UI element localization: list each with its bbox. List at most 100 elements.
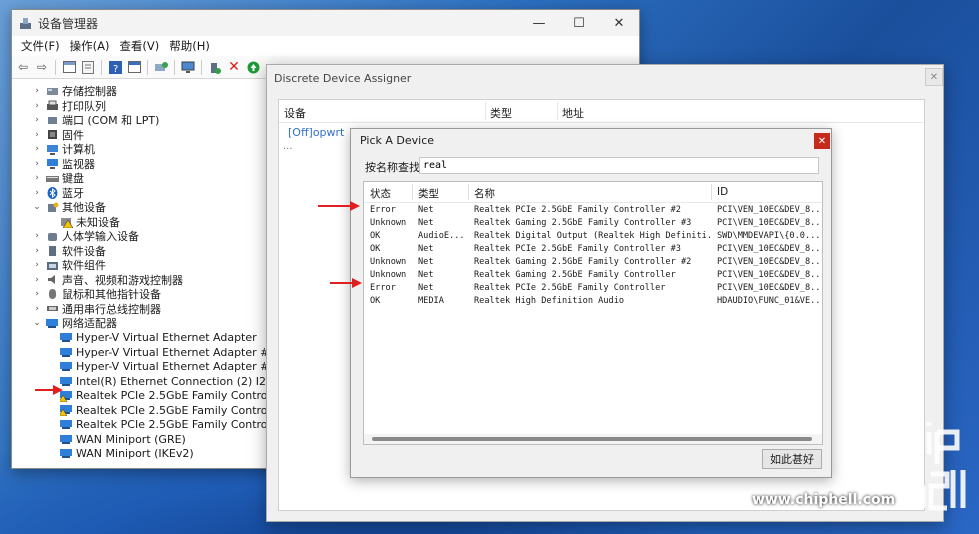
table-row[interactable]: Error Net Realtek PCIe 2.5GbE Family Contr…	[364, 204, 822, 217]
tree-item[interactable]: › 人体学输入设备	[32, 229, 139, 243]
tree-item[interactable]: Realtek PCIe 2.5GbE Family Controller #2	[56, 403, 270, 417]
tree-item[interactable]: Intel(R) Ethernet Connection (2) I219-LM	[56, 374, 270, 388]
chevron-right-icon[interactable]: ›	[32, 130, 42, 140]
table-row[interactable]: OK Net Realtek PCIe 2.5GbE Family Controll…	[364, 243, 822, 256]
expand-down-icon[interactable]: ⌄	[32, 202, 42, 212]
dda-close-button[interactable]: ✕	[925, 68, 943, 86]
table-row[interactable]: OK AudioE... Realtek Digital Output (Realt…	[364, 230, 822, 243]
search-input[interactable]	[419, 157, 819, 174]
device-tree: › 存储控制器 › 打印队列 › 端口 (COM 和 LPT) › 固件 › 计算机 › 监视器 › 键盘…	[12, 80, 270, 468]
tree-item[interactable]: › 软件组件	[32, 258, 106, 272]
port-icon	[45, 114, 59, 126]
ok-button[interactable]: 如此甚好	[762, 449, 822, 469]
cell-id: HDAUDIO\FUNC_01&VE...	[717, 296, 821, 306]
table-row[interactable]: Unknown Net Realtek Gaming 2.5GbE Family C…	[364, 269, 822, 282]
monitor-icon	[45, 158, 59, 170]
dda-col-device[interactable]: 设备	[284, 105, 306, 121]
update-driver-icon[interactable]	[207, 59, 223, 75]
tree-item[interactable]: WAN Miniport (IKEv2)	[56, 447, 194, 461]
chevron-right-icon[interactable]: ›	[32, 275, 42, 285]
device-manager-title: 设备管理器	[38, 16, 99, 31]
chevron-right-icon[interactable]: ›	[32, 86, 42, 96]
tree-item[interactable]: › 端口 (COM 和 LPT)	[32, 113, 159, 127]
tree-item[interactable]: Realtek PCIe 2.5GbE Family Controller #3	[56, 418, 270, 432]
col-name[interactable]: 名称	[474, 186, 495, 201]
table-row[interactable]: OK MEDIA Realtek High Definition Audio HDAU…	[364, 295, 822, 308]
tree-item[interactable]: Hyper-V Virtual Ethernet Adapter	[56, 331, 257, 345]
menu-file[interactable]: 文件(F)	[16, 38, 65, 54]
scrollbar-thumb[interactable]	[372, 437, 812, 441]
table-row[interactable]: Error Net Realtek PCIe 2.5GbE Family Contr…	[364, 282, 822, 295]
tree-item[interactable]: › 固件	[32, 128, 84, 142]
menu-action[interactable]: 操作(A)	[65, 38, 115, 54]
table-row[interactable]: Unknown Net Realtek Gaming 2.5GbE Family C…	[364, 256, 822, 269]
red-arrow-icon	[35, 385, 63, 395]
pick-dialog-title: Pick A Device	[360, 134, 435, 147]
uninstall-x-icon[interactable]: ✕	[226, 59, 242, 75]
chevron-right-icon[interactable]: ›	[32, 101, 42, 111]
tree-item[interactable]: › 通用串行总线控制器	[32, 302, 161, 316]
tree-item[interactable]: Realtek PCIe 2.5GbE Family Controller	[56, 389, 270, 403]
tree-item[interactable]: › 存储控制器	[32, 84, 117, 98]
col-id[interactable]: ID	[717, 186, 728, 198]
maximize-button[interactable]: ☐	[559, 10, 599, 36]
tree-item[interactable]: Hyper-V Virtual Ethernet Adapter #2	[56, 345, 270, 359]
table-row[interactable]: Unknown Net Realtek Gaming 2.5GbE Family C…	[364, 217, 822, 230]
chevron-right-icon[interactable]: ›	[32, 173, 42, 183]
back-arrow-icon[interactable]: ⇦	[15, 59, 31, 75]
tree-item[interactable]: › 监视器	[32, 157, 95, 171]
tree-item[interactable]: WAN Miniport (GRE)	[56, 432, 186, 446]
col-status[interactable]: 状态	[370, 186, 391, 201]
tree-item[interactable]: › 软件设备	[32, 244, 106, 258]
tree-item-label: WAN Miniport (GRE)	[76, 432, 186, 446]
chevron-right-icon[interactable]: ›	[32, 246, 42, 256]
enable-device-icon[interactable]	[245, 59, 261, 75]
chevron-right-icon[interactable]: ›	[32, 231, 42, 241]
mouse-icon	[45, 288, 59, 300]
tree-item[interactable]: › 键盘	[32, 171, 84, 185]
tree-item-label: Hyper-V Virtual Ethernet Adapter #2	[76, 345, 270, 359]
pick-close-button[interactable]: ✕	[814, 133, 830, 149]
chevron-right-icon[interactable]: ›	[32, 115, 42, 125]
help-icon[interactable]: ?	[107, 59, 123, 75]
show-hide-tree-icon[interactable]	[61, 59, 77, 75]
cell-type: Net	[418, 257, 434, 267]
chiphell-logo-icon	[878, 418, 966, 511]
forward-arrow-icon[interactable]: ⇨	[34, 59, 50, 75]
tree-item[interactable]: ⌄ 网络适配器	[32, 316, 117, 330]
tree-item[interactable]: 未知设备	[56, 215, 120, 229]
tree-item[interactable]: › 打印队列	[32, 99, 106, 113]
horizontal-scrollbar[interactable]	[364, 434, 822, 444]
tree-item[interactable]: › 蓝牙	[32, 186, 84, 200]
device-manager-titlebar: 设备管理器 — ☐ ✕	[12, 10, 639, 36]
tree-item[interactable]: ⌄ 其他设备	[32, 200, 106, 214]
properties-icon[interactable]	[80, 59, 96, 75]
cell-status: Unknown	[370, 218, 407, 228]
tree-item[interactable]: › 鼠标和其他指针设备	[32, 287, 161, 301]
dda-col-address[interactable]: 地址	[562, 105, 584, 121]
col-type[interactable]: 类型	[418, 186, 439, 201]
chevron-right-icon[interactable]: ›	[32, 304, 42, 314]
minimize-button[interactable]: —	[519, 10, 559, 36]
dda-col-type[interactable]: 类型	[490, 105, 512, 121]
chevron-right-icon[interactable]: ›	[32, 289, 42, 299]
scan-hardware-icon[interactable]	[153, 59, 169, 75]
chevron-right-icon[interactable]: ›	[32, 159, 42, 169]
menu-help[interactable]: 帮助(H)	[164, 38, 215, 54]
tree-item[interactable]: › 计算机	[32, 142, 95, 156]
chevron-right-icon[interactable]: ›	[32, 260, 42, 270]
vm-item-opwrt[interactable]: [Off]opwrt	[288, 126, 344, 139]
tree-item-label: Hyper-V Virtual Ethernet Adapter #3	[76, 360, 270, 373]
expand-down-icon[interactable]: ⌄	[32, 318, 42, 328]
chevron-right-icon[interactable]: ›	[32, 144, 42, 154]
monitor-icon[interactable]	[180, 59, 196, 75]
tree-item[interactable]: Hyper-V Virtual Ethernet Adapter #3	[56, 360, 270, 374]
close-button[interactable]: ✕	[599, 10, 639, 36]
tree-item[interactable]: › 声音、视频和游戏控制器	[32, 273, 183, 287]
cell-type: Net	[418, 205, 434, 215]
tree-item-label: Realtek PCIe 2.5GbE Family Controller	[76, 389, 270, 402]
cell-status: Unknown	[370, 270, 407, 280]
view-icon[interactable]	[126, 59, 142, 75]
chevron-right-icon[interactable]: ›	[32, 188, 42, 198]
menu-view[interactable]: 查看(V)	[114, 38, 164, 54]
